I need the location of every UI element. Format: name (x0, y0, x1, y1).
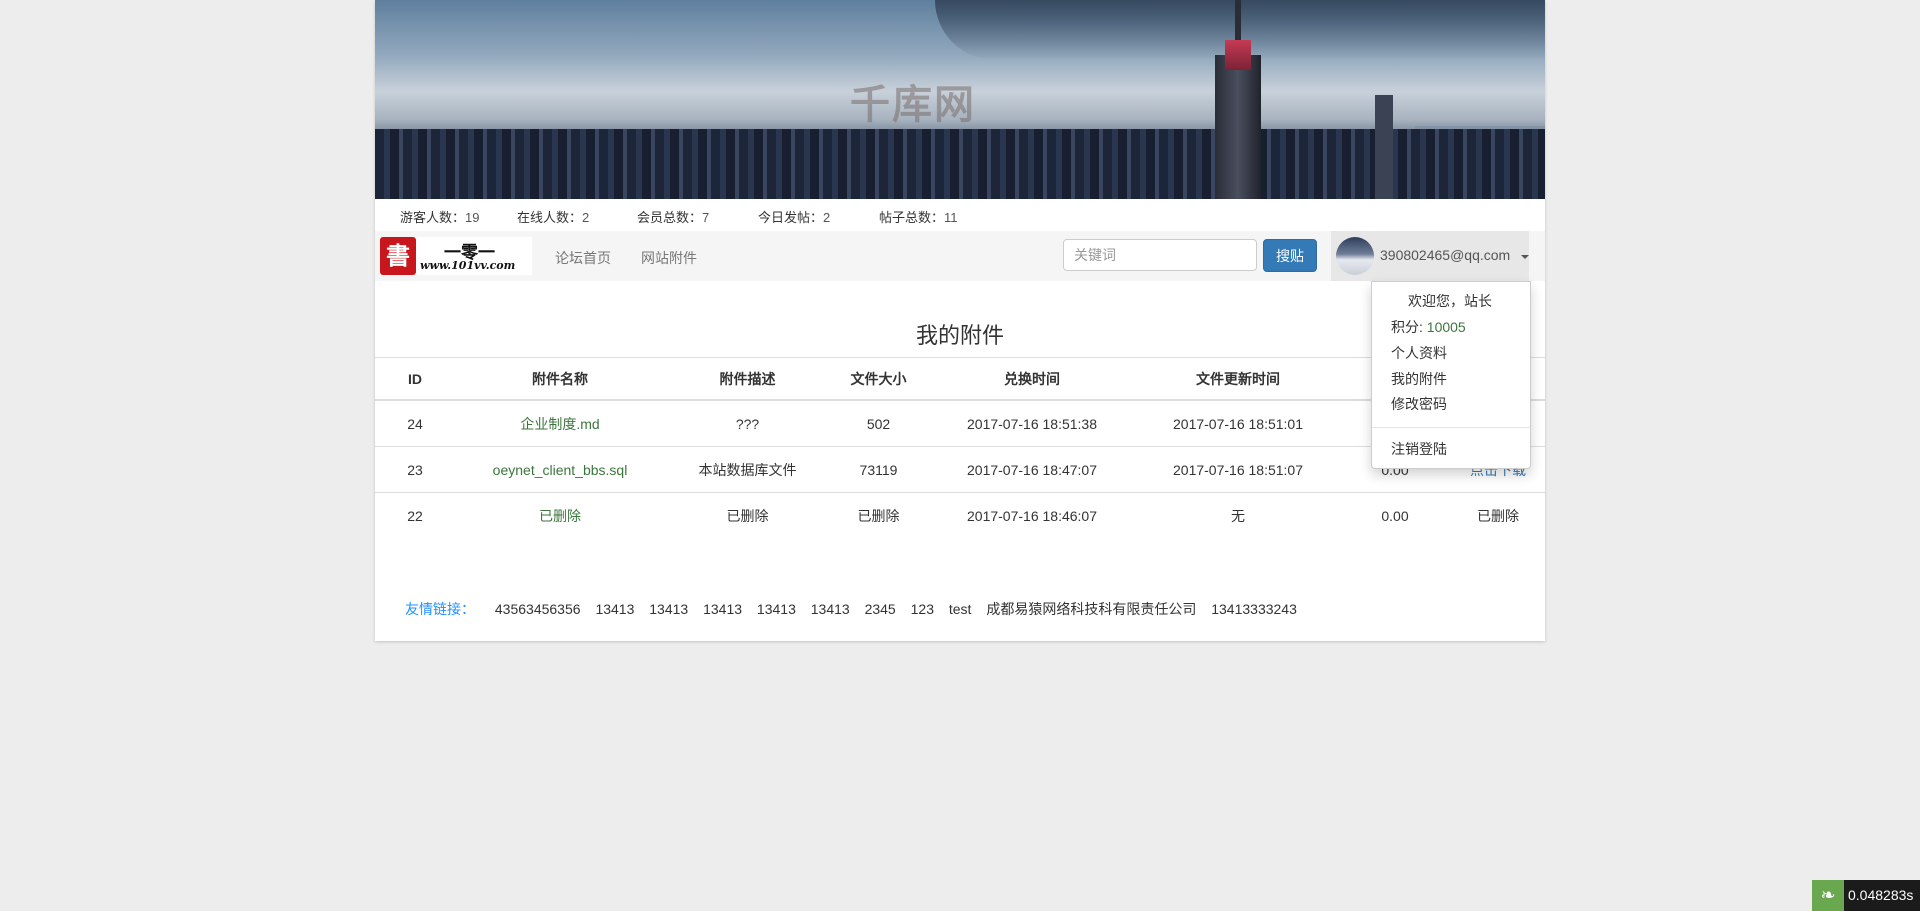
attachment-link[interactable]: oeynet_client_bbs.sql (493, 462, 628, 478)
attachment-link[interactable]: 已删除 (539, 508, 581, 524)
timer-value: 0.048283s (1848, 887, 1914, 903)
points-display: 积分: 10005 (1391, 319, 1466, 335)
col-header-desc: 附件描述 (665, 357, 830, 401)
table-header-row: ID 附件名称 附件描述 文件大小 兑换时间 文件更新时间 消 (375, 357, 1545, 401)
menu-item-profile[interactable]: 个人资料 (1391, 343, 1447, 363)
banner-watermark: 千库网 (850, 81, 976, 128)
site-stats-bar: 游客人数：19 在线人数：2 会员总数：7 今日发帖：2 帖子总数：11 (375, 199, 1545, 231)
attachment-link[interactable]: 企业制度.md (520, 416, 599, 432)
main-container: 千库网 游客人数：19 在线人数：2 会员总数：7 今日发帖：2 帖子总数：11… (375, 0, 1545, 641)
friend-link[interactable]: 13413333243 (1211, 601, 1297, 617)
user-email: 390802465@qq.com (1380, 247, 1511, 263)
page-timer-badge: ❧ 0.048283s (1812, 880, 1920, 911)
col-header-id: ID (375, 357, 455, 401)
stat-today-posts: 今日发帖：2 (758, 210, 831, 225)
stat-visitors: 游客人数：19 (400, 210, 480, 225)
navbar: 書 一零一 www.101vv.com 论坛首页 网站附件 搜贴 3908024… (375, 231, 1545, 281)
friend-links-label: 友情链接： (405, 601, 475, 617)
menu-item-change-password[interactable]: 修改密码 (1391, 394, 1447, 414)
menu-item-my-attachments[interactable]: 我的附件 (1391, 369, 1447, 389)
user-menu-toggle[interactable]: 390802465@qq.com (1331, 231, 1529, 281)
stat-online: 在线人数：2 (517, 210, 590, 225)
friend-link[interactable]: 123 (911, 601, 934, 617)
logo-seal-icon: 書 (380, 237, 416, 275)
friend-link[interactable]: 2345 (865, 601, 896, 617)
page-title: 我的附件 (915, 323, 1004, 348)
user-dropdown-menu: 欢迎您，站长 积分: 10005 个人资料 我的附件 修改密码 注销登陆 (1371, 281, 1531, 469)
table-row: 23 oeynet_client_bbs.sql 本站数据库文件 73119 2… (375, 446, 1545, 493)
friend-link[interactable]: test (949, 601, 972, 617)
col-header-update-time: 文件更新时间 (1137, 357, 1339, 401)
logo-domain: www.101vv.com (420, 259, 516, 272)
caret-down-icon (1521, 255, 1529, 259)
menu-item-logout[interactable]: 注销登陆 (1391, 439, 1447, 459)
friend-link[interactable]: 13413 (649, 601, 688, 617)
friend-link[interactable]: 13413 (811, 601, 850, 617)
friend-link[interactable]: 成都易猿网络科技科有限责任公司 (986, 601, 1196, 617)
stat-total-posts: 帖子总数：11 (879, 210, 958, 225)
friend-link[interactable]: 43563456356 (495, 601, 581, 617)
attachments-table: ID 附件名称 附件描述 文件大小 兑换时间 文件更新时间 消 24 企业制度.… (375, 357, 1545, 538)
friend-link[interactable]: 13413 (757, 601, 796, 617)
search-input[interactable] (1063, 239, 1257, 271)
col-header-size: 文件大小 (830, 357, 927, 401)
friend-link[interactable]: 13413 (595, 601, 634, 617)
banner-image: 千库网 (375, 0, 1545, 199)
site-logo[interactable]: 書 一零一 www.101vv.com (380, 237, 532, 275)
menu-divider (1372, 427, 1530, 428)
table-row: 24 企业制度.md ??? 502 2017-07-16 18:51:38 2… (407, 415, 1303, 432)
nav-site-attachments[interactable]: 网站附件 (641, 248, 697, 268)
nav-forum-home[interactable]: 论坛首页 (555, 248, 611, 268)
col-header-name: 附件名称 (455, 357, 665, 401)
table-row: 22 已删除 已删除 已删除 2017-07-16 18:46:07 无 0.0… (375, 492, 1545, 538)
stat-members: 会员总数：7 (637, 210, 710, 225)
friend-link[interactable]: 13413 (703, 601, 742, 617)
friend-links: 友情链接： 43563456356 13413 13413 13413 1341… (405, 599, 1308, 619)
col-header-exchange-time: 兑换时间 (927, 357, 1137, 401)
welcome-text: 欢迎您，站长 (1408, 293, 1492, 309)
leaf-icon: ❧ (1812, 880, 1844, 911)
search-button[interactable]: 搜贴 (1263, 239, 1317, 272)
avatar (1336, 237, 1374, 275)
